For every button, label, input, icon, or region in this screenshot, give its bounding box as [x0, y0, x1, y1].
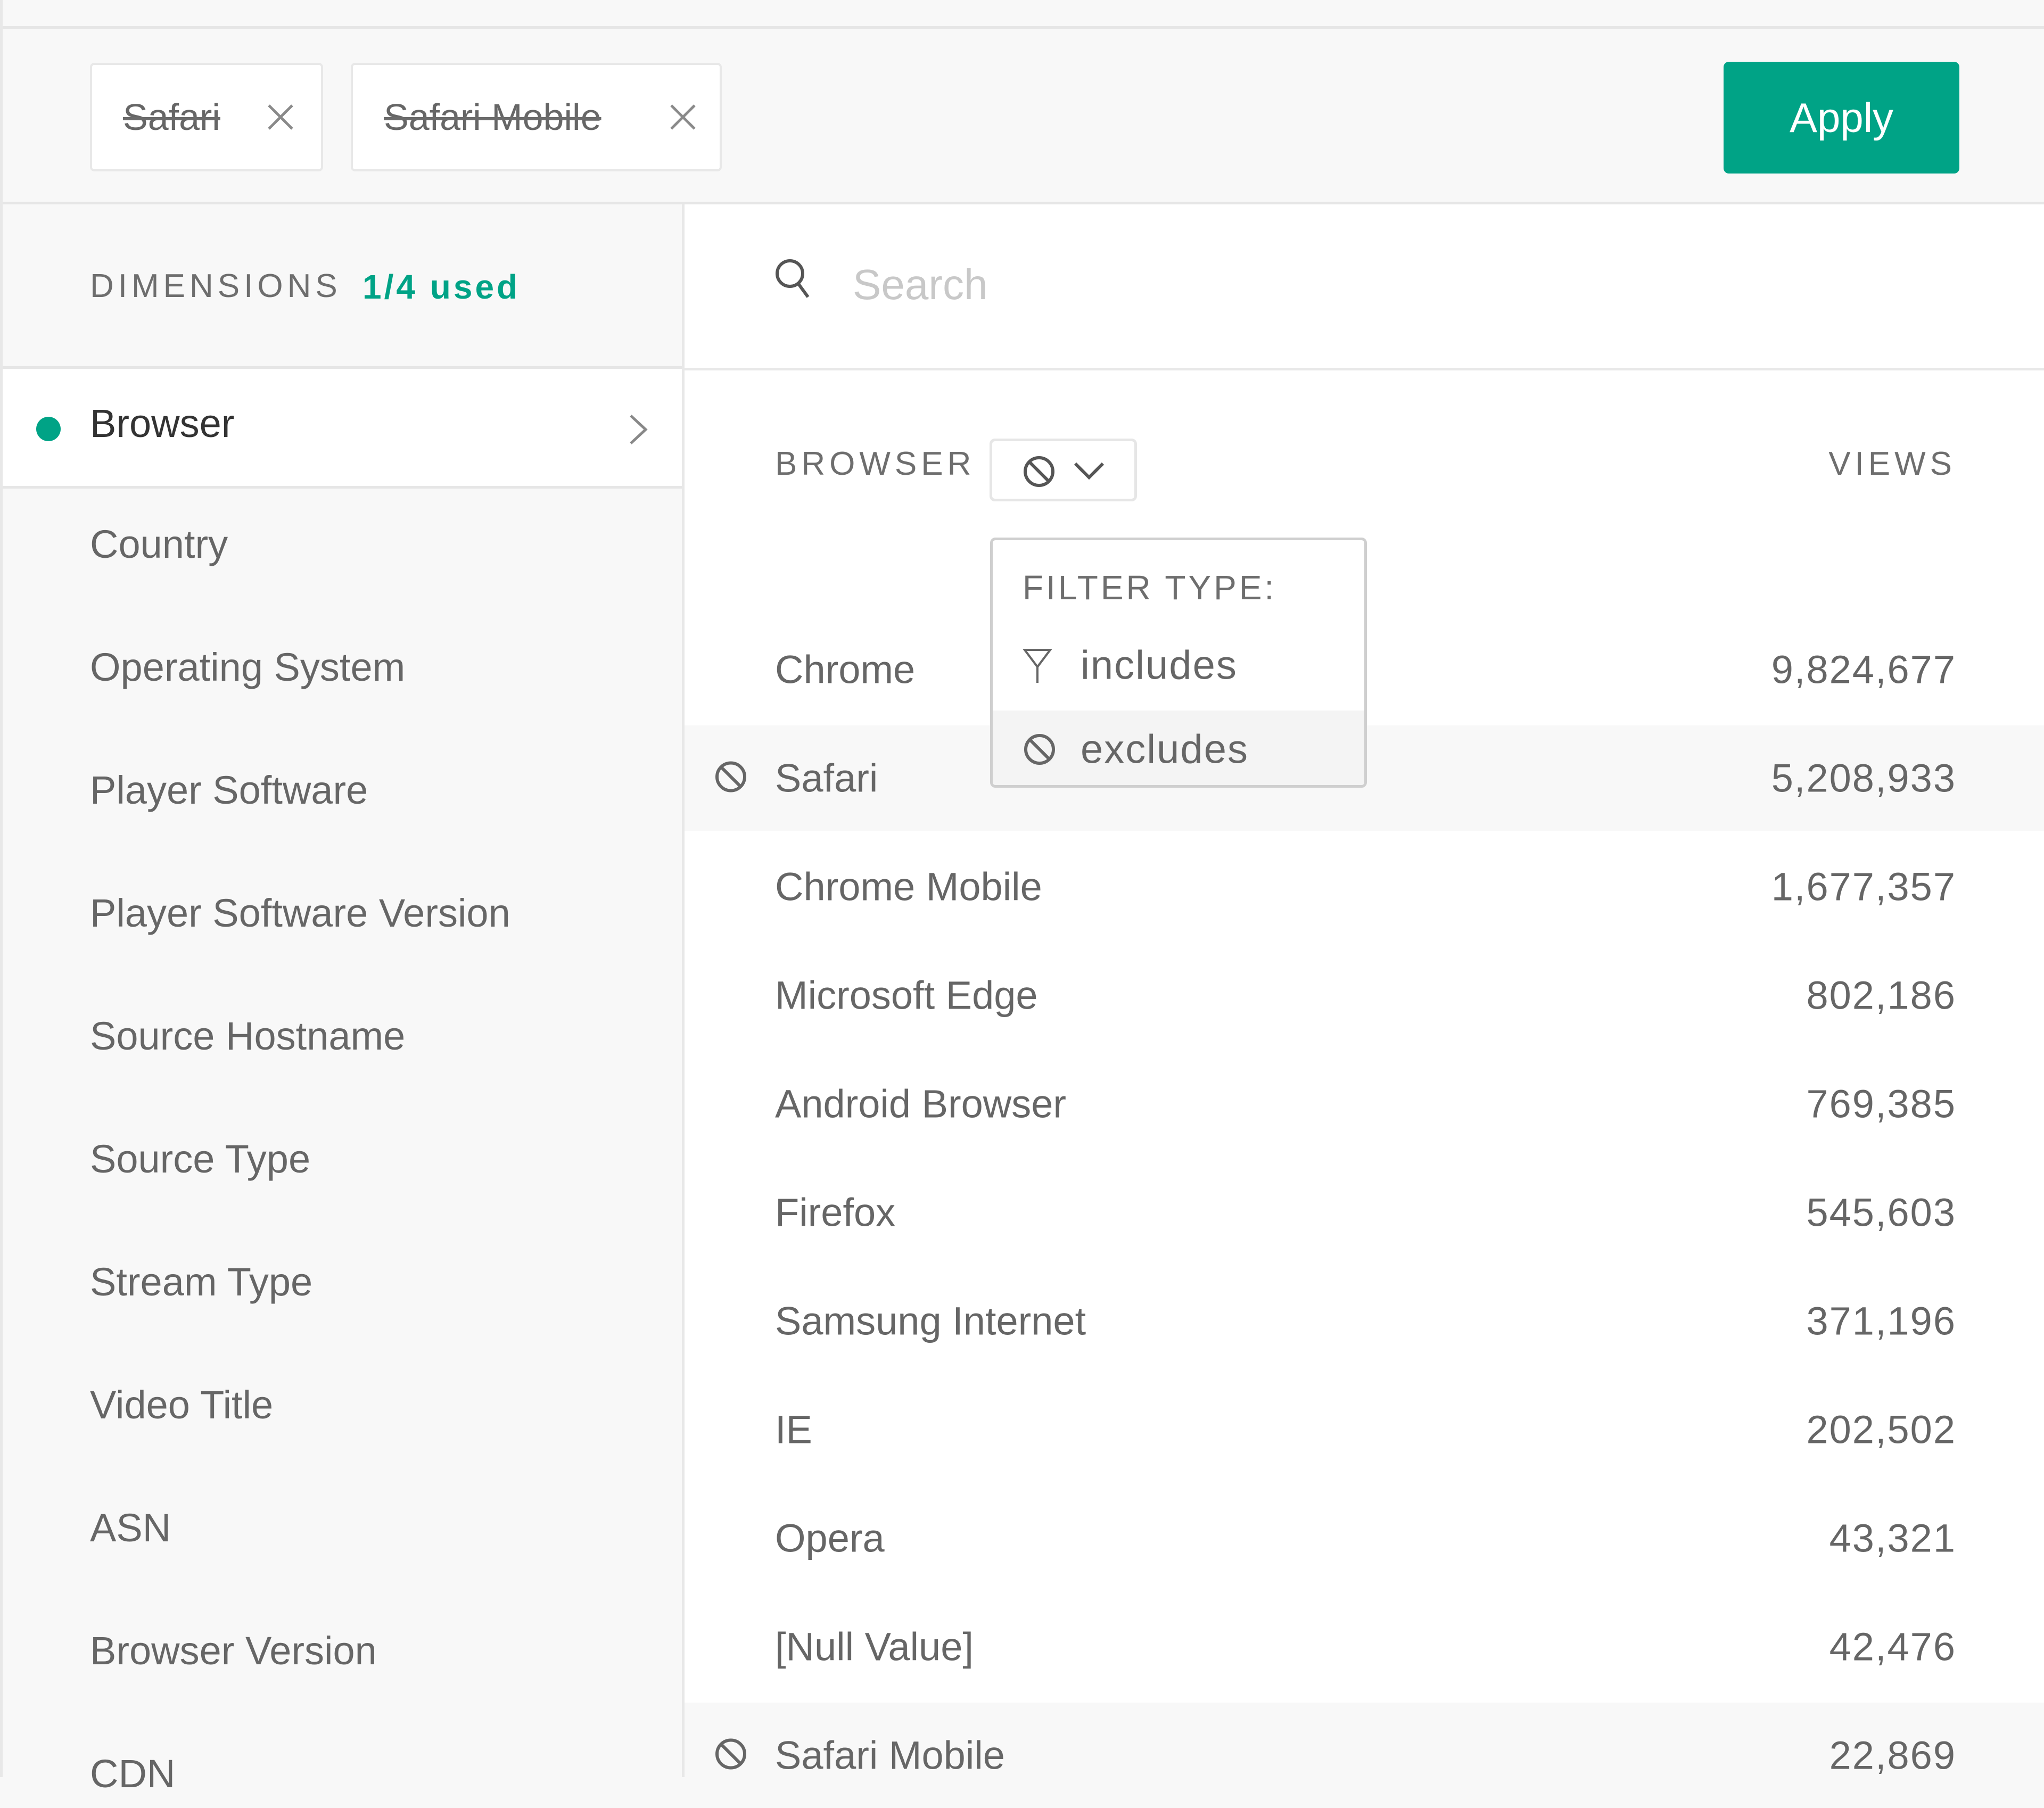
filter-chip-safari[interactable]: Safari — [90, 63, 323, 171]
active-dot-icon — [36, 417, 61, 441]
sidebar-item-asn[interactable]: ASN — [90, 1505, 171, 1550]
search-input[interactable] — [853, 255, 1704, 314]
row-views-value: 9,824,677 — [1771, 647, 1956, 692]
ban-icon — [1024, 734, 1055, 765]
ban-icon — [714, 1737, 748, 1774]
row-browser-name: Chrome Mobile — [775, 864, 1042, 909]
sidebar-item-browser[interactable]: Browser — [3, 369, 682, 489]
row-views-value: 202,502 — [1806, 1407, 1956, 1452]
sidebar-item-player-software[interactable]: Player Software — [90, 767, 368, 813]
sidebar-item-label: Browser — [90, 401, 235, 445]
row-views-value: 371,196 — [1806, 1299, 1956, 1343]
row-views-value: 802,186 — [1806, 973, 1956, 1018]
sidebar-item-player-software-version[interactable]: Player Software Version — [90, 890, 510, 936]
filter-chip-label: Safari Mobile — [384, 96, 601, 138]
sidebar-item-stream-type[interactable]: Stream Type — [90, 1259, 312, 1305]
ban-icon — [714, 760, 748, 797]
filter-chip-label: Safari — [123, 96, 220, 138]
filter-type-title: FILTER TYPE: — [1023, 568, 1277, 607]
row-views-value: 1,677,357 — [1771, 864, 1956, 909]
row-browser-name: Safari — [775, 756, 878, 800]
table-row[interactable]: [Null Value] 42,476 — [685, 1594, 2044, 1699]
values-panel: BROWSER VIEWS Chrome 9,824,677 Safari 5,208… — [685, 204, 2044, 1808]
apply-button[interactable]: Apply — [1724, 62, 1959, 174]
table-row[interactable]: IE 202,502 — [685, 1377, 2044, 1482]
close-icon[interactable] — [670, 104, 696, 130]
column-header-browser: BROWSER — [775, 445, 976, 482]
dimensions-header: DIMENSIONS 1/4 used — [3, 204, 682, 369]
row-browser-name: Opera — [775, 1516, 885, 1561]
sidebar-item-video-title[interactable]: Video Title — [90, 1382, 273, 1427]
filter-chip-safari-mobile[interactable]: Safari Mobile — [351, 63, 722, 171]
table-row[interactable]: Firefox 545,603 — [685, 1160, 2044, 1265]
sidebar-item-source-type[interactable]: Source Type — [90, 1136, 310, 1182]
row-views-value: 42,476 — [1829, 1624, 1956, 1669]
search-bar — [685, 204, 2044, 370]
top-band — [0, 0, 2044, 29]
row-browser-name: Safari Mobile — [775, 1733, 1005, 1778]
active-filters-bar: Safari Safari Mobile Apply — [3, 29, 2044, 204]
table-row[interactable]: Samsung Internet 371,196 — [685, 1268, 2044, 1374]
dimensions-sidebar: DIMENSIONS 1/4 used Browser Country Opera… — [3, 204, 685, 1796]
table-row[interactable]: Safari Mobile 22,869 — [685, 1703, 2044, 1808]
table-row[interactable]: Android Browser 769,385 — [685, 1051, 2044, 1157]
row-browser-name: Samsung Internet — [775, 1299, 1086, 1343]
filter-type-dropdown: FILTER TYPE: includes excludes — [990, 538, 1367, 788]
sidebar-item-browser-version[interactable]: Browser Version — [90, 1628, 377, 1673]
filter-funnel-icon — [1023, 649, 1052, 683]
row-browser-name: Firefox — [775, 1190, 896, 1235]
column-header-views: VIEWS — [1828, 445, 1956, 482]
row-browser-name: Chrome — [775, 647, 916, 692]
table-row[interactable]: Opera 43,321 — [685, 1485, 2044, 1591]
sidebar-item-operating-system[interactable]: Operating System — [90, 645, 405, 690]
dimensions-title: DIMENSIONS — [90, 268, 342, 304]
filter-type-toggle[interactable] — [990, 439, 1137, 501]
filter-type-option-excludes[interactable]: excludes — [993, 711, 1364, 785]
filter-type-option-label: includes — [1081, 642, 1238, 688]
table-row[interactable]: Microsoft Edge 802,186 — [685, 943, 2044, 1048]
row-views-value: 545,603 — [1806, 1190, 1956, 1235]
row-views-value: 769,385 — [1806, 1082, 1956, 1126]
row-browser-name: [Null Value] — [775, 1624, 974, 1669]
search-icon — [776, 259, 810, 298]
row-browser-name: Microsoft Edge — [775, 973, 1038, 1018]
row-views-value: 5,208,933 — [1771, 756, 1956, 800]
chevron-right-icon — [630, 415, 648, 444]
filter-type-option-label: excludes — [1081, 726, 1249, 772]
table-row[interactable]: Chrome Mobile 1,677,357 — [685, 834, 2044, 939]
filter-type-option-includes[interactable]: includes — [993, 626, 1364, 704]
ban-icon — [1024, 456, 1054, 487]
sidebar-item-country[interactable]: Country — [90, 522, 228, 567]
row-views-value: 43,321 — [1829, 1516, 1956, 1561]
close-icon[interactable] — [267, 104, 294, 130]
row-browser-name: Android Browser — [775, 1082, 1067, 1126]
row-browser-name: IE — [775, 1407, 812, 1452]
sidebar-item-source-hostname[interactable]: Source Hostname — [90, 1013, 405, 1059]
chevron-down-icon — [1074, 462, 1105, 480]
row-views-value: 22,869 — [1829, 1733, 1956, 1778]
dimensions-used-count: 1/4 used — [362, 268, 521, 306]
sidebar-item-cdn[interactable]: CDN — [90, 1751, 175, 1796]
